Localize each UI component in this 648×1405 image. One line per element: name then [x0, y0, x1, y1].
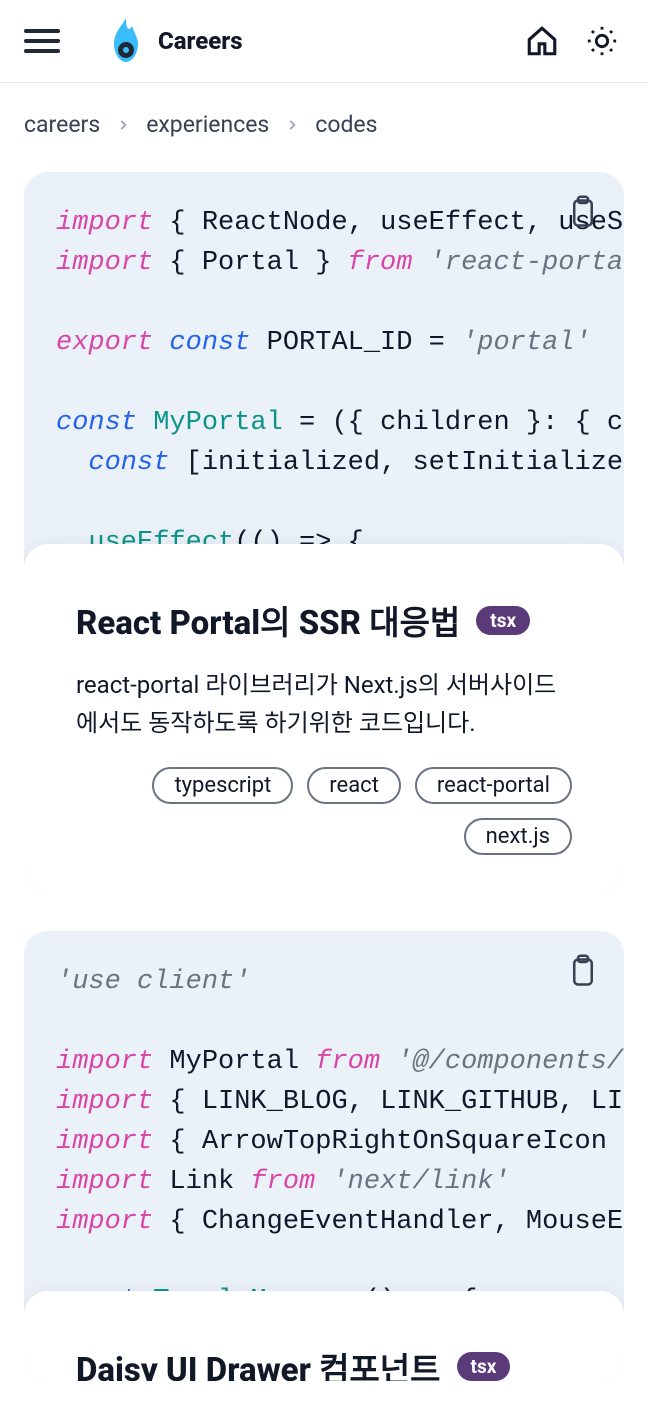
- chevron-right-icon: [116, 111, 130, 138]
- copy-button[interactable]: [562, 951, 604, 993]
- tag[interactable]: react-portal: [415, 767, 572, 804]
- brand-link[interactable]: Careers: [104, 16, 243, 66]
- breadcrumb-item[interactable]: experiences: [146, 111, 269, 138]
- home-icon: [525, 24, 559, 58]
- breadcrumb-item[interactable]: codes: [315, 111, 377, 138]
- cards-container: import { ReactNode, useEffect, useS impo…: [0, 148, 648, 1405]
- code-preview: 'use client' import MyPortal from '@/com…: [24, 931, 624, 1291]
- card-description: react-portal 라이브러리가 Next.js의 서버사이드에서도 동작…: [76, 666, 572, 743]
- sun-icon: [585, 24, 619, 58]
- code-preview: import { ReactNode, useEffect, useS impo…: [24, 172, 624, 544]
- copy-button[interactable]: [562, 192, 604, 234]
- code-card[interactable]: import { ReactNode, useEffect, useS impo…: [24, 172, 624, 891]
- card-title: React Portal의 SSR 대응법: [76, 596, 460, 644]
- tag[interactable]: next.js: [464, 818, 572, 855]
- clipboard-icon: [568, 195, 598, 231]
- brand-label: Careers: [158, 27, 243, 55]
- menu-icon[interactable]: [24, 29, 60, 53]
- header: Careers: [0, 0, 648, 83]
- card-info: React Portal의 SSR 대응법 tsx react-portal 라…: [24, 544, 624, 891]
- code-card[interactable]: 'use client' import MyPortal from '@/com…: [24, 931, 624, 1381]
- tag[interactable]: typescript: [152, 767, 293, 804]
- card-title: Daisy UI Drawer 컴포넌트: [76, 1343, 441, 1381]
- chevron-right-icon: [285, 111, 299, 138]
- tag[interactable]: react: [307, 767, 401, 804]
- language-badge: tsx: [457, 1352, 511, 1381]
- clipboard-icon: [568, 954, 598, 990]
- card-info: Daisy UI Drawer 컴포넌트 tsx: [24, 1291, 624, 1381]
- tag-row: typescript react react-portal next.js: [76, 767, 572, 855]
- flame-logo-icon: [104, 16, 148, 66]
- breadcrumb: careers experiences codes: [0, 83, 648, 148]
- breadcrumb-item[interactable]: careers: [24, 111, 100, 138]
- theme-toggle-button[interactable]: [580, 19, 624, 63]
- language-badge: tsx: [476, 606, 530, 635]
- home-button[interactable]: [520, 19, 564, 63]
